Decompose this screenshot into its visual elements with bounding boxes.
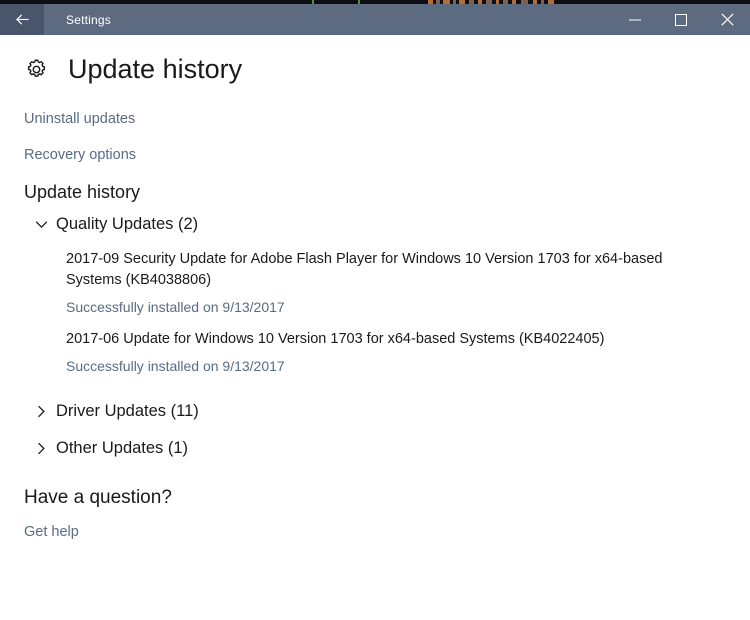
get-help-link[interactable]: Get help bbox=[24, 524, 79, 540]
update-status: Successfully installed on 9/13/2017 bbox=[66, 298, 285, 315]
page-title: Update history bbox=[68, 54, 243, 84]
help-section-title: Have a question? bbox=[24, 487, 172, 509]
maximize-button[interactable] bbox=[658, 4, 704, 35]
page-content: Update history Uninstall updates Recover… bbox=[0, 35, 750, 620]
title-bar: Settings bbox=[0, 4, 750, 35]
group-other-updates-label: Other Updates (1) bbox=[56, 438, 189, 457]
close-button[interactable] bbox=[704, 4, 750, 35]
close-icon bbox=[720, 13, 734, 26]
group-quality-updates-label: Quality Updates (2) bbox=[56, 215, 199, 233]
help-section: Have a question? Get help bbox=[24, 487, 726, 541]
page-header: Update history bbox=[24, 35, 726, 83]
uninstall-updates-row: Uninstall updates bbox=[24, 110, 726, 128]
quality-updates-list: 2017-09 Security Update for Adobe Flash … bbox=[24, 249, 726, 374]
update-item: 2017-06 Update for Windows 10 Version 17… bbox=[66, 329, 726, 374]
window-controls bbox=[612, 4, 750, 35]
chevron-right-icon bbox=[34, 404, 56, 419]
settings-window: Settings Update history Uninstall update… bbox=[0, 4, 750, 620]
minimize-icon bbox=[629, 14, 641, 26]
update-title: 2017-06 Update for Windows 10 Version 17… bbox=[66, 330, 605, 347]
top-links: Uninstall updates Recovery options bbox=[24, 110, 726, 164]
chevron-down-icon bbox=[34, 217, 56, 232]
uninstall-updates-link[interactable]: Uninstall updates bbox=[24, 111, 135, 127]
group-driver-updates[interactable]: Driver Updates (11) bbox=[24, 402, 726, 422]
get-help-row: Get help bbox=[24, 523, 726, 541]
chevron-right-icon bbox=[34, 441, 56, 456]
recovery-options-row: Recovery options bbox=[24, 146, 726, 164]
window-title: Settings bbox=[66, 12, 111, 27]
recovery-options-link[interactable]: Recovery options bbox=[24, 147, 136, 163]
minimize-button[interactable] bbox=[612, 4, 658, 35]
back-button[interactable] bbox=[0, 4, 44, 35]
maximize-icon bbox=[675, 13, 687, 26]
group-other-updates[interactable]: Other Updates (1) bbox=[24, 439, 726, 459]
group-driver-updates-label: Driver Updates (11) bbox=[56, 401, 199, 420]
back-arrow-icon bbox=[14, 11, 31, 28]
group-quality-updates[interactable]: Quality Updates (2) bbox=[24, 215, 726, 235]
update-title: 2017-09 Security Update for Adobe Flash … bbox=[66, 250, 663, 288]
update-history-section-title: Update history bbox=[24, 182, 141, 202]
update-item: 2017-09 Security Update for Adobe Flash … bbox=[66, 249, 726, 315]
update-status: Successfully installed on 9/13/2017 bbox=[66, 357, 285, 374]
gear-icon bbox=[24, 57, 54, 82]
